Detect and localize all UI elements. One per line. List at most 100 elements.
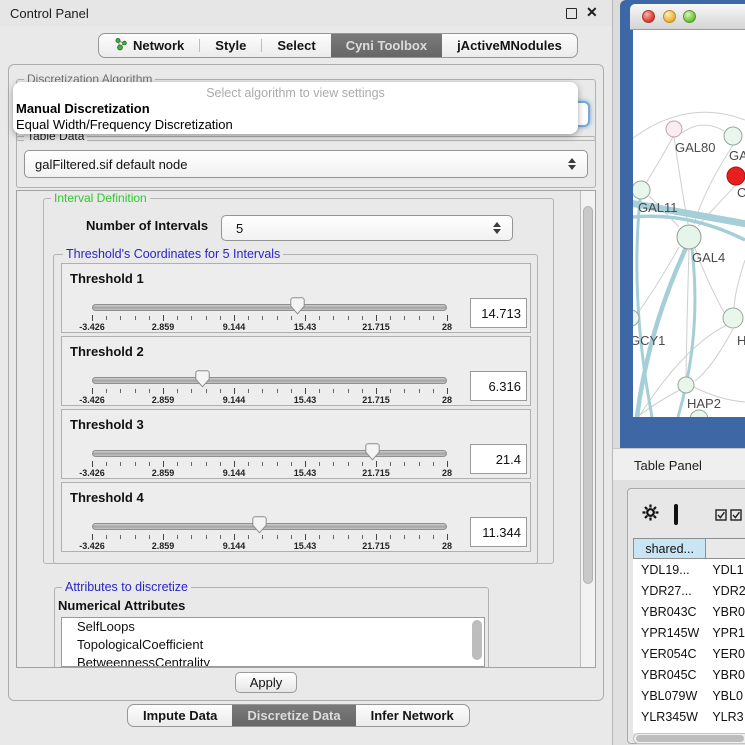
slider-thumb[interactable] bbox=[365, 443, 380, 461]
slider-ticks bbox=[92, 534, 447, 541]
slider-ticks bbox=[92, 315, 447, 322]
network-node-bottom-partial[interactable] bbox=[690, 410, 708, 417]
tab-network-label: Network bbox=[133, 38, 184, 53]
network-node-hap2[interactable] bbox=[678, 377, 694, 393]
scrollbar-thumb[interactable] bbox=[636, 735, 744, 742]
tab-network[interactable]: Network bbox=[99, 34, 199, 57]
minimize-traffic-light-icon[interactable] bbox=[663, 10, 676, 23]
table-row[interactable]: YBL079WYBL0 bbox=[633, 685, 745, 706]
node-label-partial-h: HA bbox=[737, 333, 745, 348]
tab-discretize-data[interactable]: Discretize Data bbox=[232, 705, 355, 726]
slider-track[interactable] bbox=[92, 377, 447, 384]
slider-thumb[interactable] bbox=[252, 516, 267, 534]
table-row[interactable]: YLR345WYLR3 bbox=[633, 706, 745, 727]
threshold-3-label: Threshold 3 bbox=[70, 417, 144, 432]
network-node-gal4[interactable] bbox=[677, 225, 701, 249]
zoom-traffic-light-icon[interactable] bbox=[683, 10, 696, 23]
combo-arrows-icon bbox=[493, 222, 501, 234]
threshold-1-label: Threshold 1 bbox=[70, 271, 144, 286]
node-attribute-table: shared... na YDL19...YDL1 YDR27...YDR2 Y… bbox=[633, 538, 745, 733]
slider-ticks bbox=[92, 388, 447, 395]
number-of-intervals-select[interactable]: 5 bbox=[221, 215, 513, 241]
float-panel-icon[interactable] bbox=[566, 8, 577, 19]
column-header-name[interactable]: na bbox=[706, 538, 745, 559]
cyni-mode-tabbar: Impute Data Discretize Data Infer Networ… bbox=[127, 704, 470, 727]
threshold-4-value-field[interactable]: 11.344 bbox=[470, 517, 527, 547]
table-panel-body: shared... na YDL19...YDL1 YDR27...YDR2 Y… bbox=[613, 480, 745, 745]
network-window-titlebar bbox=[630, 4, 745, 30]
table-data-selected-value: galFiltered.sif default node bbox=[35, 157, 187, 172]
threshold-4-label: Threshold 4 bbox=[70, 490, 144, 505]
threshold-panel-3: Threshold 3 -3.426 2.859 9.144 15.43 21.… bbox=[61, 409, 531, 479]
checkbox-columns-icon[interactable] bbox=[715, 508, 743, 526]
number-of-intervals-label: Number of Intervals bbox=[86, 218, 208, 233]
scrollbar-thumb[interactable] bbox=[583, 206, 593, 584]
table-row[interactable]: YBR043CYBR0 bbox=[633, 601, 745, 622]
table-row[interactable]: YDL19...YDL1 bbox=[633, 559, 745, 580]
network-node-top-right[interactable] bbox=[724, 127, 742, 145]
network-view-window: GAL80 GAL C GAL11 GAL4 GCY1 HA HAP2 bbox=[620, 0, 745, 448]
slider-thumb[interactable] bbox=[290, 297, 305, 315]
table-data-select[interactable]: galFiltered.sif default node bbox=[24, 150, 588, 178]
network-node-red[interactable] bbox=[727, 167, 745, 185]
node-label-gal80: GAL80 bbox=[675, 140, 715, 155]
close-icon[interactable]: ✕ bbox=[586, 4, 598, 21]
network-node-gal80[interactable] bbox=[666, 121, 682, 137]
tab-jactivemnodules[interactable]: jActiveMNodules bbox=[442, 34, 577, 57]
tab-impute-data[interactable]: Impute Data bbox=[128, 705, 232, 726]
threshold-2-value-field[interactable]: 6.316 bbox=[470, 371, 527, 401]
threshold-1-value-field[interactable]: 14.713 bbox=[470, 298, 527, 328]
column-split-icon[interactable] bbox=[674, 506, 678, 524]
network-icon bbox=[114, 37, 127, 54]
slider-tick-labels: -3.426 2.859 9.144 15.43 21.715 28 bbox=[92, 395, 447, 405]
popup-hint-text: Select algorithm to view settings bbox=[13, 86, 578, 100]
table-row[interactable]: YPR145WYPR1 bbox=[633, 622, 745, 643]
control-panel-titlebar: Control Panel ✕ bbox=[0, 0, 612, 26]
column-header-shared-name[interactable]: shared... bbox=[633, 538, 706, 559]
close-traffic-light-icon[interactable] bbox=[642, 10, 655, 23]
settings-scrollpane: Interval Definition Number of Intervals … bbox=[16, 190, 596, 668]
table-row[interactable]: YDR27...YDR2 bbox=[633, 580, 745, 601]
threshold-panel-1: Threshold 1 -3.426 2.859 9.144 15.43 21.… bbox=[61, 263, 531, 333]
threshold-1-slider[interactable]: -3.426 2.859 9.144 15.43 21.715 28 bbox=[92, 302, 447, 332]
screenshot-root: Control Panel ✕ Network Style Select Cyn… bbox=[0, 0, 745, 745]
threshold-3-slider[interactable]: -3.426 2.859 9.144 15.43 21.715 28 bbox=[92, 448, 447, 478]
cytoscape-panel-tabbar: Network Style Select Cyni Toolbox jActiv… bbox=[98, 33, 578, 58]
tab-infer-network[interactable]: Infer Network bbox=[356, 705, 469, 726]
slider-tick-labels: -3.426 2.859 9.144 15.43 21.715 28 bbox=[92, 541, 447, 551]
node-label-partial-right: GAL bbox=[729, 148, 745, 163]
list-item[interactable]: SelfLoops bbox=[62, 618, 484, 636]
network-node-gal11[interactable] bbox=[633, 181, 650, 199]
tab-select[interactable]: Select bbox=[262, 34, 330, 57]
numerical-attributes-heading: Numerical Attributes bbox=[58, 598, 185, 613]
attributes-group-label: Attributes to discretize bbox=[62, 580, 191, 594]
threshold-4-slider[interactable]: -3.426 2.859 9.144 15.43 21.715 28 bbox=[92, 521, 447, 551]
popup-option-manual-discretization[interactable]: Manual Discretization bbox=[16, 101, 150, 116]
list-item[interactable]: BetweennessCentrality bbox=[62, 654, 484, 667]
tab-style[interactable]: Style bbox=[200, 34, 261, 57]
combo-arrows-icon bbox=[568, 158, 576, 170]
table-header-row: shared... na bbox=[633, 538, 745, 559]
table-horizontal-scrollbar[interactable] bbox=[633, 733, 745, 744]
threshold-panel-4: Threshold 4 -3.426 2.859 9.144 15.43 21.… bbox=[61, 482, 531, 552]
network-canvas[interactable]: GAL80 GAL C GAL11 GAL4 GCY1 HA HAP2 bbox=[633, 30, 745, 417]
gear-icon[interactable] bbox=[642, 504, 659, 526]
network-node-right-mid[interactable] bbox=[723, 308, 743, 328]
threshold-3-value-field[interactable]: 21.4 bbox=[470, 444, 527, 474]
tab-cyni-toolbox[interactable]: Cyni Toolbox bbox=[331, 34, 442, 57]
threshold-coordinates-group-label: Threshold's Coordinates for 5 Intervals bbox=[63, 247, 283, 261]
list-item[interactable]: TopologicalCoefficient bbox=[62, 636, 484, 654]
popup-option-equal-width-frequency[interactable]: Equal Width/Frequency Discretization bbox=[16, 117, 233, 132]
slider-thumb[interactable] bbox=[195, 370, 210, 388]
threshold-2-slider[interactable]: -3.426 2.859 9.144 15.43 21.715 28 bbox=[92, 375, 447, 405]
slider-track[interactable] bbox=[92, 523, 447, 530]
slider-tick-labels: -3.426 2.859 9.144 15.43 21.715 28 bbox=[92, 322, 447, 332]
table-row[interactable]: YBR045CYBR0 bbox=[633, 664, 745, 685]
node-label-hap2: HAP2 bbox=[687, 396, 721, 411]
settings-vertical-scrollbar[interactable] bbox=[580, 191, 595, 667]
table-row[interactable]: YER054CYER0 bbox=[633, 643, 745, 664]
apply-button[interactable]: Apply bbox=[235, 672, 297, 693]
list-scrollbar[interactable] bbox=[472, 620, 482, 660]
slider-track[interactable] bbox=[92, 450, 447, 457]
slider-track[interactable] bbox=[92, 304, 447, 311]
